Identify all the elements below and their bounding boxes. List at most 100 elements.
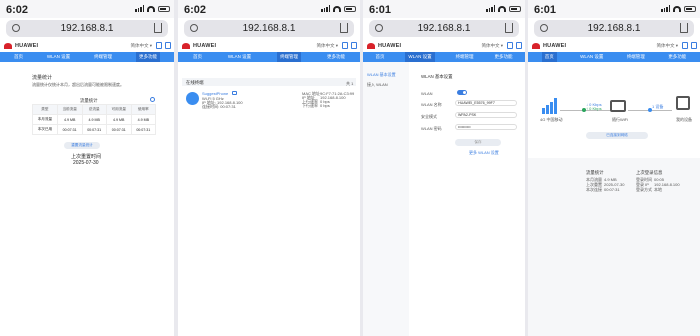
language-select[interactable]: 简体中文 ▾: [481, 43, 503, 49]
clock: 6:02: [184, 4, 207, 16]
info-icon: [190, 24, 198, 32]
share-icon[interactable]: [680, 23, 688, 33]
address-bar[interactable]: 192.168.8.1: [6, 20, 168, 37]
status-bar: 6:01: [528, 0, 700, 18]
password-input[interactable]: ••••••••••: [455, 124, 517, 130]
stat-label: 本次连接: [586, 187, 602, 192]
status-bar: 6:02: [0, 0, 174, 18]
home-content: 4G 中国移动 ↓ 0 Kbps ↑ 0 Kbps 随行WiFi 1 设备 我的…: [528, 62, 700, 336]
huawei-logo-icon: [532, 43, 540, 49]
section-title: 在线终端: [186, 80, 204, 85]
page-title: 流量统计: [32, 75, 53, 81]
nav-wlan[interactable]: WLAN 设置: [580, 54, 603, 60]
wifi-icon: [147, 5, 155, 12]
language-select[interactable]: 简体中文 ▾: [130, 43, 152, 49]
router-icon[interactable]: [610, 100, 626, 112]
wifi-icon: [498, 5, 506, 12]
devices-content: 在线终端 共 1 SuggestPhone Wi-Fi 5 GHz IP 地址:…: [178, 62, 360, 336]
more-wlan-link[interactable]: 更多 WLAN 设置: [469, 150, 499, 156]
router-header: HUAWEI 简体中文 ▾: [528, 40, 700, 52]
share-icon[interactable]: [340, 23, 348, 33]
nav-devices[interactable]: 终端管理: [277, 52, 302, 62]
traffic-table: 类型 当前流量 总流量 可用流量 使用率 本月流量 4.9 MB 4.9 MB …: [32, 104, 157, 135]
wifi-device-icon: [186, 92, 199, 105]
ssid-label: WLAN 名称: [421, 102, 442, 107]
last-reset-label: 上次重置时间: [71, 154, 102, 160]
sidebar-item-access[interactable]: 接入 WLAN: [367, 82, 388, 88]
nav-more[interactable]: 更多功能: [494, 54, 512, 60]
wifi-icon: [333, 5, 341, 12]
nav-home[interactable]: 首页: [375, 54, 384, 60]
logout-icon[interactable]: [516, 42, 522, 49]
nav-wlan[interactable]: WLAN 设置: [47, 54, 70, 60]
battery-icon: [158, 5, 170, 12]
upload-icon[interactable]: [156, 42, 162, 49]
share-icon[interactable]: [505, 23, 513, 33]
info-icon: [12, 24, 20, 32]
signal-strength-icon: [542, 98, 557, 114]
router-header: HUAWEI 简体中文 ▾: [178, 40, 360, 52]
router-label: 随行WiFi: [612, 117, 628, 122]
router-header: HUAWEI 简体中文 ▾: [363, 40, 525, 52]
table-row: 本月流量 4.9 MB 4.9 MB 4.9 MB 4.9 MB: [32, 114, 157, 125]
nav-more[interactable]: 更多功能: [327, 54, 345, 60]
edit-icon[interactable]: [232, 91, 237, 95]
wlan-toggle-label: WLAN: [421, 91, 433, 96]
url-text: 192.168.8.1: [587, 23, 641, 34]
wlan-toggle[interactable]: [457, 90, 467, 95]
url-text: 192.168.8.1: [242, 23, 296, 34]
logout-icon[interactable]: [691, 42, 697, 49]
clock: 6:01: [534, 4, 557, 16]
main-nav: 首页 WLAN 设置 终端管理 更多功能: [363, 52, 525, 62]
upload-icon[interactable]: [682, 42, 688, 49]
address-bar[interactable]: 192.168.8.1: [184, 20, 354, 37]
upload-icon[interactable]: [342, 42, 348, 49]
language-select[interactable]: 简体中文 ▾: [656, 43, 678, 49]
address-bar[interactable]: 192.168.8.1: [369, 20, 519, 37]
page-desc: 流量统计仅统计本月，超出后流量可能被限制速度。: [32, 82, 124, 87]
download-value: 0 bps: [320, 103, 330, 108]
settings-icon[interactable]: [150, 97, 155, 102]
nav-devices[interactable]: 终端管理: [94, 54, 112, 60]
huawei-logo-icon: [4, 43, 12, 49]
nav-home[interactable]: 首页: [193, 54, 202, 60]
nav-home[interactable]: 首页: [14, 54, 23, 60]
up-rate: ↑ 0 Kbps: [586, 106, 602, 111]
nav-home[interactable]: 首页: [541, 52, 557, 62]
signal-icon: [661, 5, 670, 12]
sidebar-item-basic[interactable]: WLAN 基本设置: [367, 72, 396, 78]
save-button[interactable]: 保存: [455, 139, 501, 146]
logout-icon[interactable]: [351, 42, 357, 49]
language-select[interactable]: 简体中文 ▾: [316, 43, 338, 49]
main-nav: 首页 WLAN 设置 终端管理 更多功能: [0, 52, 174, 62]
status-bar: 6:02: [178, 0, 360, 18]
nav-devices[interactable]: 终端管理: [456, 54, 474, 60]
share-icon[interactable]: [154, 23, 162, 33]
nav-wlan[interactable]: WLAN 设置: [228, 54, 251, 60]
device-rate: 1 设备: [652, 104, 664, 109]
status-bar: 6:01: [363, 0, 525, 18]
nav-devices[interactable]: 终端管理: [627, 54, 645, 60]
ssid-input[interactable]: HUAWEI_E5576_99F7: [455, 100, 517, 106]
security-select[interactable]: WPA2-PSK: [455, 112, 517, 118]
reset-button[interactable]: 重置流量统计: [64, 142, 100, 149]
wifi-icon: [673, 5, 681, 12]
main-nav: 首页 WLAN 设置 终端管理 更多功能: [178, 52, 360, 62]
signal-icon: [321, 5, 330, 12]
screen-traffic: 6:02 192.168.8.1 HUAWEI 简体中文 ▾ 首页 WLAN 设…: [0, 0, 174, 336]
nav-more[interactable]: 更多功能: [668, 54, 686, 60]
nav-more[interactable]: 更多功能: [135, 52, 160, 62]
logout-icon[interactable]: [165, 42, 171, 49]
traffic-content: 流量统计 流量统计仅统计本月，超出后流量可能被限制速度。 流量统计 类型 当前流…: [0, 62, 174, 336]
login-value: 本地: [654, 187, 662, 192]
battery-icon: [344, 5, 356, 12]
info-icon: [540, 24, 548, 32]
device-icon[interactable]: [676, 96, 690, 110]
upload-icon[interactable]: [507, 42, 513, 49]
connection-status-button[interactable]: 已连接到网络: [586, 132, 648, 139]
device-count: 共 1: [346, 81, 354, 86]
nav-wlan[interactable]: WLAN 设置: [405, 52, 435, 62]
clock: 6:02: [6, 4, 29, 16]
address-bar[interactable]: 192.168.8.1: [534, 20, 694, 37]
section-title: WLAN 基本设置: [421, 74, 453, 79]
